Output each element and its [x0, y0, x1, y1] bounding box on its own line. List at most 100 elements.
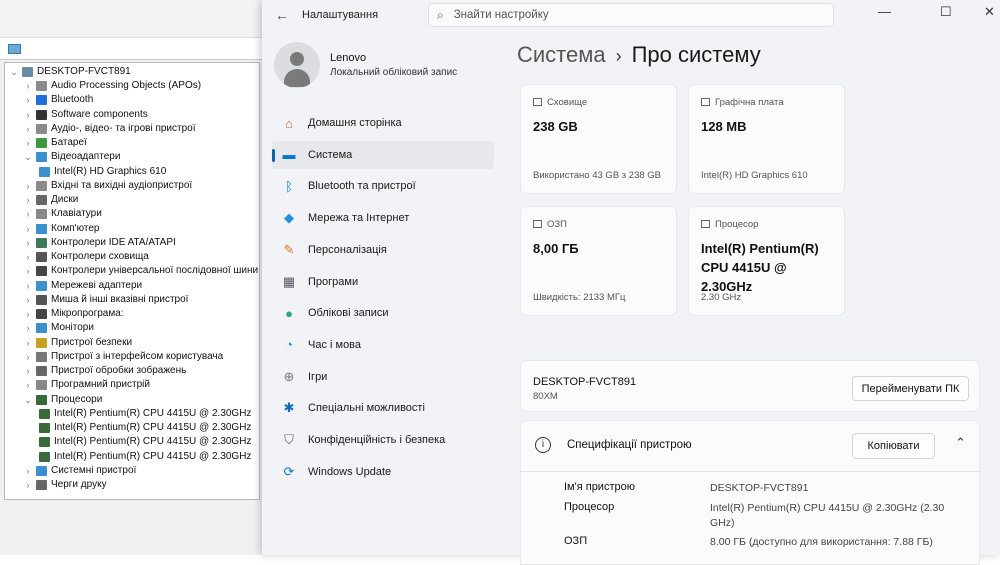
computer-toolbar-icon[interactable]	[8, 44, 21, 54]
chevron-right-icon[interactable]: ›	[23, 321, 33, 335]
tree-node[interactable]: › Контролери IDE ATA/ATAPI	[23, 236, 176, 250]
chevron-right-icon[interactable]: ›	[23, 307, 33, 321]
sidebar-item[interactable]: ⟳ Windows Update	[272, 458, 494, 486]
chevron-right-icon[interactable]: ›	[23, 122, 33, 136]
tree-node[interactable]: › Системні пристрої	[23, 464, 136, 478]
chevron-right-icon[interactable]: ›	[23, 293, 33, 307]
chevron-right-icon[interactable]: ›	[23, 222, 33, 236]
info-icon: i	[535, 437, 551, 453]
brush-icon: ✎	[283, 241, 295, 257]
tree-node[interactable]: › Контролери універсальної послідовної ши…	[23, 264, 258, 278]
tree-node[interactable]: › Комп'ютер	[23, 222, 99, 236]
software-device-icon	[36, 380, 47, 391]
tree-node[interactable]: › Черги друку	[23, 478, 107, 492]
chevron-right-icon[interactable]: ›	[23, 236, 33, 250]
sidebar-item[interactable]: ✎ Персоналізація	[272, 236, 494, 264]
speaker-icon	[36, 180, 47, 191]
tree-node-label: Процесори	[51, 393, 103, 405]
tree-node[interactable]: › Пристрої з інтерфейсом користувача	[23, 350, 223, 364]
tree-node[interactable]: › Audio Processing Objects (APOs)	[23, 79, 201, 93]
maximize-icon[interactable]: ☐	[940, 4, 952, 20]
chevron-up-icon[interactable]: ⌃	[955, 435, 966, 451]
tree-node-label: Програмний пристрій	[51, 379, 150, 391]
chevron-right-icon[interactable]: ›	[23, 350, 33, 364]
search-input[interactable]: ⌕ Знайти настройку	[428, 3, 834, 27]
minimize-icon[interactable]: —	[878, 4, 891, 19]
speaker-icon	[36, 123, 47, 134]
chevron-right-icon[interactable]: ›	[23, 364, 33, 378]
chevron-right-icon[interactable]: ›	[23, 279, 33, 293]
tree-node[interactable]: › Батареї	[23, 136, 87, 150]
chevron-down-icon[interactable]: ⌄	[23, 393, 33, 407]
chevron-right-icon[interactable]: ›	[23, 464, 33, 478]
tree-node[interactable]: Intel(R) Pentium(R) CPU 4415U @ 2.30GHz	[39, 421, 251, 435]
tree-node[interactable]: › Програмний пристрій	[23, 378, 150, 392]
sidebar-item[interactable]: ⛉ Конфіденційність і безпека	[272, 426, 494, 454]
chevron-right-icon[interactable]: ›	[23, 93, 33, 107]
chevron-right-icon[interactable]: ›	[23, 207, 33, 221]
copy-button[interactable]: Копіювати	[852, 433, 935, 459]
sidebar-item-label: Ігри	[308, 370, 328, 383]
sidebar-item[interactable]: ᛒ Bluetooth та пристрої	[272, 172, 494, 200]
processor-icon	[701, 220, 710, 228]
tree-root[interactable]: ⌄ DESKTOP-FVCT891	[9, 65, 131, 79]
tree-node[interactable]: Intel(R) Pentium(R) CPU 4415U @ 2.30GHz	[39, 435, 251, 449]
chevron-right-icon[interactable]: ›	[23, 336, 33, 350]
back-arrow-icon[interactable]: ←	[262, 7, 302, 23]
chevron-down-icon[interactable]: ⌄	[23, 150, 33, 164]
tree-node[interactable]: › Мережеві адаптери	[23, 279, 142, 293]
tree-node[interactable]: › Software components	[23, 108, 148, 122]
sidebar-item[interactable]: ▦ Програми	[272, 268, 494, 296]
tree-node[interactable]: › Миша й інші вказівні пристрої	[23, 293, 188, 307]
breadcrumb: Система › Про систему	[517, 42, 761, 68]
sidebar-item[interactable]: ⊕ Ігри	[272, 363, 494, 391]
wifi-icon: ◆	[284, 210, 294, 226]
tree-node[interactable]: › Пристрої обробки зображень	[23, 364, 186, 378]
chevron-right-icon[interactable]: ›	[23, 136, 33, 150]
sidebar-item-label: Bluetooth та пристрої	[308, 180, 416, 193]
device-tree[interactable]: ⌄ DESKTOP-FVCT891 › Audio Processing Obje…	[4, 62, 260, 500]
tree-node[interactable]: Intel(R) HD Graphics 610	[39, 165, 166, 179]
ide-controller-icon	[36, 237, 47, 248]
tree-node[interactable]: › Пристрої безпеки	[23, 336, 132, 350]
system-icon: ▬	[282, 147, 296, 163]
spec-card-subtext: Intel(R) HD Graphics 610	[701, 170, 808, 181]
chevron-right-icon[interactable]: ›	[23, 250, 33, 264]
sidebar-item[interactable]: ◆ Мережа та Інтернет	[272, 204, 494, 232]
tree-node[interactable]: › Вхідні та вихідні аудіопристрої	[23, 179, 192, 193]
sidebar-item[interactable]: ▬ Система	[272, 140, 494, 169]
tree-node[interactable]: › Мікропрограма:	[23, 307, 124, 321]
chevron-right-icon[interactable]: ›	[23, 193, 33, 207]
sidebar-item[interactable]: ● Облікові записи	[272, 299, 494, 327]
sidebar-item[interactable]: ✱ Спеціальні можливості	[272, 394, 494, 422]
sidebar-item-label: Конфіденційність і безпека	[308, 434, 446, 446]
tree-node[interactable]: ⌄ Відеоадаптери	[23, 150, 120, 164]
chevron-right-icon[interactable]: ›	[23, 108, 33, 122]
tree-node[interactable]: Intel(R) Pentium(R) CPU 4415U @ 2.30GHz	[39, 450, 251, 464]
chevron-right-icon[interactable]: ›	[23, 179, 33, 193]
close-icon[interactable]: ✕	[984, 4, 995, 20]
rename-pc-button[interactable]: Перейменувати ПК	[852, 376, 969, 401]
chevron-right-icon[interactable]: ›	[23, 79, 33, 93]
tree-node[interactable]: › Bluetooth	[23, 93, 93, 107]
user-profile[interactable]: Lenovo Локальний обліковий запис	[274, 42, 457, 88]
chevron-down-icon[interactable]: ⌄	[9, 65, 19, 79]
page-title: Про систему	[631, 42, 761, 67]
sidebar-item[interactable]: ⌂ Домашня сторінка	[272, 109, 494, 137]
chevron-right-icon[interactable]: ›	[23, 378, 33, 392]
usb-icon	[36, 266, 47, 277]
chevron-right-icon[interactable]: ›	[23, 264, 33, 278]
tree-node[interactable]: ⌄ Процесори	[23, 393, 102, 407]
settings-window: ← Налаштування ⌕ Знайти настройку — ☐ ✕ …	[262, 0, 1000, 565]
spec-row-label: Процесор	[564, 501, 615, 513]
chevron-right-icon[interactable]: ›	[23, 478, 33, 492]
tree-node[interactable]: › Контролери сховища	[23, 250, 149, 264]
tree-node[interactable]: › Клавіатури	[23, 207, 102, 221]
tree-node[interactable]: › Монітори	[23, 321, 94, 335]
sidebar-item[interactable]: ◔ Час і мова	[272, 331, 494, 359]
spec-card: Процесор Intel(R) Pentium(R) CPU 4415U @ …	[688, 206, 845, 316]
tree-node[interactable]: › Аудіо-, відео- та ігрові пристрої	[23, 122, 196, 136]
breadcrumb-parent[interactable]: Система	[517, 42, 606, 67]
tree-node[interactable]: Intel(R) Pentium(R) CPU 4415U @ 2.30GHz	[39, 407, 251, 421]
tree-node[interactable]: › Диски	[23, 193, 78, 207]
